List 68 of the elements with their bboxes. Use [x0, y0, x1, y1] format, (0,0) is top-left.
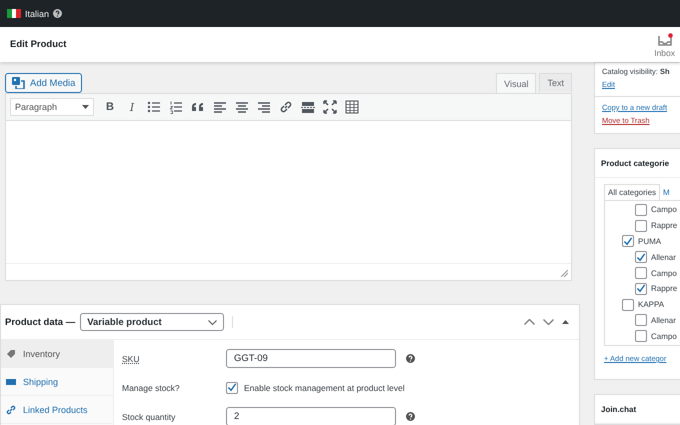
- checkbox[interactable]: [622, 298, 634, 311]
- category-tab[interactable]: All categories: [604, 184, 660, 200]
- field-label: SKU: [122, 354, 140, 364]
- help-icon: [53, 9, 62, 18]
- format-dropdown[interactable]: Paragraph: [10, 98, 94, 116]
- checkbox[interactable]: [635, 330, 647, 342]
- panel-title: Join.chat: [595, 395, 680, 424]
- toolbar-toggle-button[interactable]: [343, 98, 361, 116]
- category-label: Campo: [651, 268, 677, 278]
- text-field[interactable]: GGT-09: [226, 349, 396, 368]
- checkbox[interactable]: [635, 282, 647, 295]
- quote-icon: [191, 100, 205, 114]
- category-label: PUMA: [638, 236, 662, 246]
- toolbar-toggle-icon: [345, 100, 359, 114]
- checkbox-label: Enable stock management at product level: [244, 382, 405, 392]
- checkbox[interactable]: [635, 251, 647, 264]
- align-center-icon: [235, 100, 249, 114]
- add-media-button[interactable]: Add Media: [5, 73, 82, 93]
- category-label: KAPPA: [638, 300, 664, 310]
- chevron-up-icon: [524, 319, 535, 325]
- category-label: Rappre: [651, 221, 678, 230]
- checkbox[interactable]: [635, 220, 647, 232]
- numbered-list-icon: [169, 100, 183, 114]
- fullscreen-button[interactable]: [321, 98, 339, 116]
- flag-icon: [7, 9, 21, 18]
- align-left-icon: [213, 100, 227, 114]
- text-field[interactable]: 2: [226, 407, 396, 425]
- checkbox[interactable]: [635, 314, 647, 326]
- panel-title: Product data —: [5, 316, 76, 328]
- field-label: Manage stock?: [122, 382, 181, 392]
- link-icon: [279, 100, 293, 114]
- tag-icon: [6, 348, 16, 358]
- panel-title: Product categorie: [595, 149, 680, 178]
- chevron-down-icon: [208, 320, 218, 324]
- collapse-triangle-icon: [562, 320, 569, 324]
- category-tab[interactable]: M: [660, 184, 673, 200]
- language-label[interactable]: Italian: [25, 8, 50, 18]
- resize-handle-icon: [561, 270, 568, 277]
- checkbox[interactable]: [622, 235, 634, 248]
- category-label: Allenar: [651, 252, 676, 262]
- checkbox[interactable]: [226, 382, 238, 394]
- link-icon: [6, 404, 16, 414]
- product-type-select[interactable]: Variable product: [80, 313, 224, 331]
- chevron-down-icon: [543, 319, 554, 325]
- category-label: Allenar: [651, 316, 676, 325]
- category-label: Rappre: [651, 284, 678, 294]
- help-icon: [406, 354, 415, 363]
- italic-button[interactable]: I: [123, 98, 141, 116]
- media-icon: [12, 77, 25, 89]
- help-icon: [406, 412, 415, 421]
- bold-button[interactable]: B: [101, 98, 119, 116]
- editor-tab[interactable]: Visual: [496, 73, 536, 93]
- product-data-tab[interactable]: Inventory: [1, 340, 113, 368]
- category-label: Campo: [651, 205, 677, 214]
- caret-icon: [82, 105, 89, 109]
- checkbox[interactable]: [635, 204, 647, 216]
- field-label: Stock quantity: [122, 412, 176, 422]
- inbox-button[interactable]: Inbox: [654, 31, 675, 58]
- bullet-list-icon: [147, 100, 161, 114]
- page-title: Edit Product: [10, 39, 66, 50]
- product-data-tab[interactable]: Shipping: [1, 368, 113, 396]
- read-more-icon: [301, 100, 315, 114]
- category-label: Campo: [651, 332, 677, 341]
- fullscreen-icon: [323, 100, 337, 114]
- align-right-icon: [257, 100, 271, 114]
- product-data-tab[interactable]: Linked Products: [1, 396, 113, 424]
- editor-tab[interactable]: Text: [539, 73, 572, 92]
- checkbox[interactable]: [635, 267, 647, 280]
